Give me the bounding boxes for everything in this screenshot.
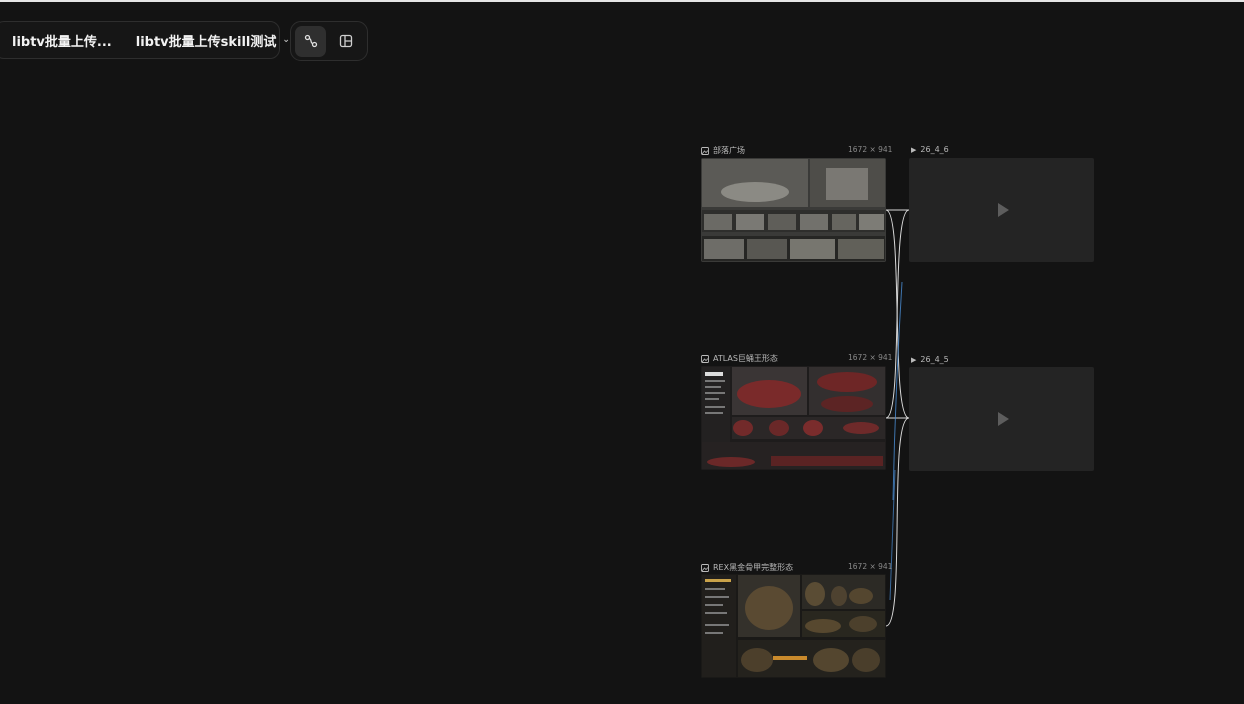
chevron-down-icon: ⌄ xyxy=(282,35,290,45)
video-node-label: ▶ 26_4_5 xyxy=(911,355,949,364)
breadcrumb-current: libtv批量上传skill测试 xyxy=(135,34,277,50)
image-node-thumbnail[interactable] xyxy=(701,574,886,678)
image-node-thumbnail[interactable] xyxy=(701,366,886,470)
play-icon: ▶ xyxy=(911,355,917,364)
view-mode-toggle xyxy=(290,21,368,61)
plaza-image xyxy=(701,158,886,262)
play-icon[interactable] xyxy=(997,412,1009,426)
image-icon xyxy=(701,146,709,155)
creature-rex-image xyxy=(701,574,886,678)
video-node-label: ▶ 26_4_6 xyxy=(911,145,949,154)
workflow-view-button[interactable] xyxy=(295,25,326,57)
image-node-thumbnail[interactable] xyxy=(701,158,886,262)
project-dropdown[interactable]: libtv批量上传skill测试 ⌄ xyxy=(136,31,290,50)
video-node-placeholder[interactable] xyxy=(909,158,1094,262)
play-icon: ▶ xyxy=(911,145,917,154)
breadcrumb-root[interactable]: libtv批量上传... xyxy=(12,31,112,50)
image-node-label: REX黑金骨甲完整形态 xyxy=(701,562,793,573)
connection-wires xyxy=(885,209,910,627)
video-node-placeholder[interactable] xyxy=(909,367,1094,471)
layout-view-button[interactable] xyxy=(330,26,361,57)
play-icon[interactable] xyxy=(997,203,1009,217)
image-node-label: ATLAS巨蛹王形态 xyxy=(701,353,778,364)
creature-atlas-image xyxy=(701,366,886,470)
image-icon xyxy=(701,354,709,363)
image-size-label: 1672 × 941 xyxy=(848,562,893,571)
image-size-label: 1672 × 941 xyxy=(848,353,893,362)
image-icon xyxy=(701,563,709,572)
workflow-icon xyxy=(304,34,317,48)
breadcrumb-bar: libtv批量上传... libtv批量上传skill测试 ⌄ xyxy=(0,21,290,59)
layout-panel-icon xyxy=(339,34,352,48)
image-node-label: 部落广场 xyxy=(701,145,745,156)
window-top-border xyxy=(0,0,1244,2)
image-size-label: 1672 × 941 xyxy=(848,145,893,154)
